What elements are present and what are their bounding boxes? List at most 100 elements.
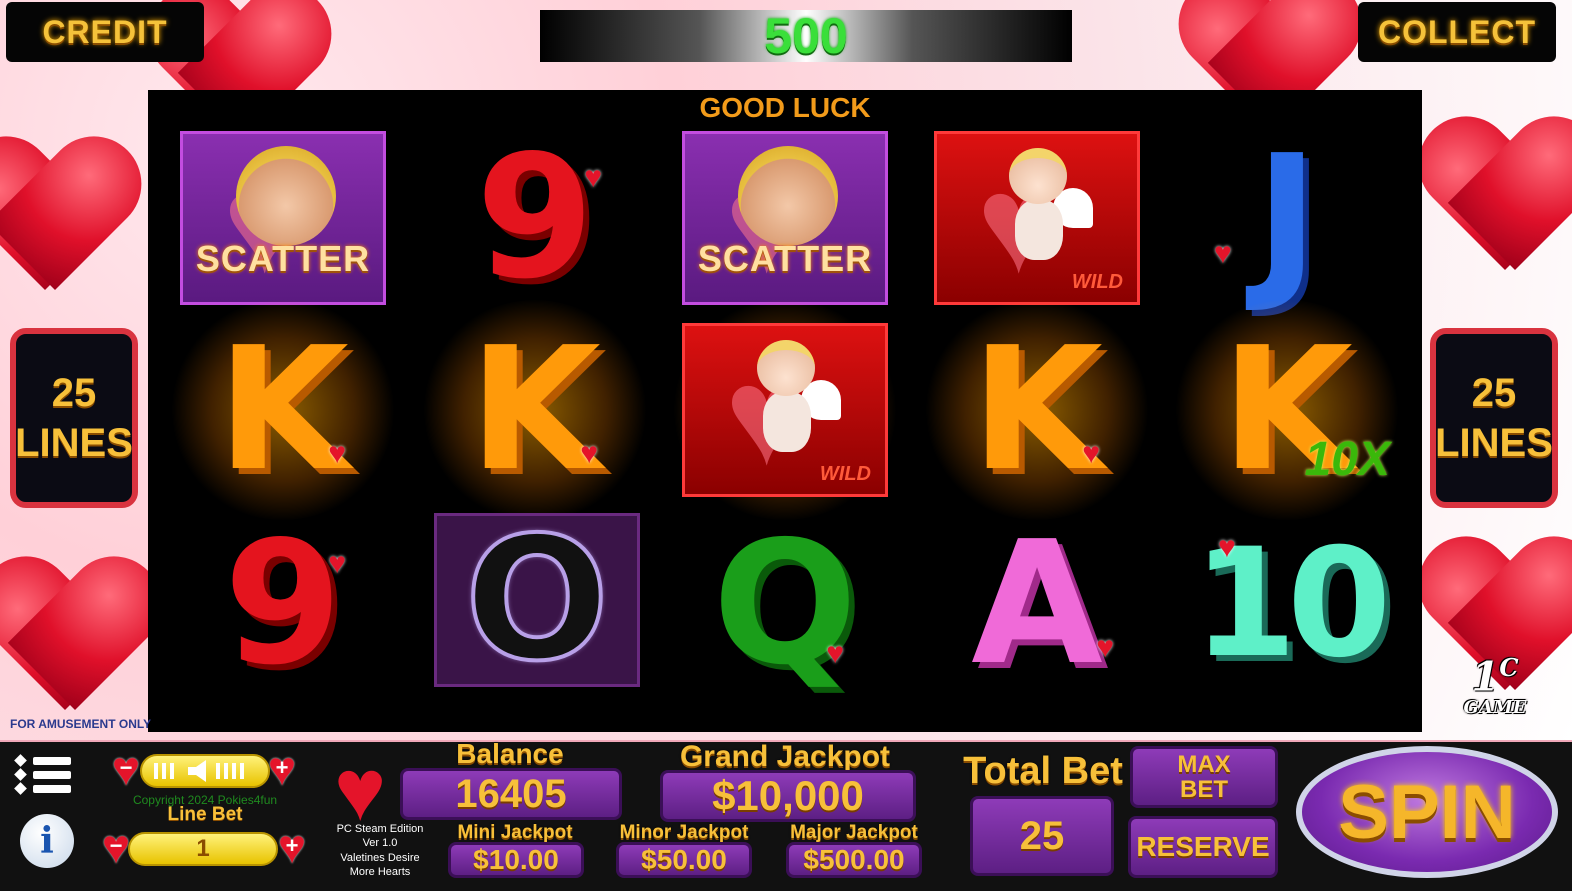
reel-4-row-2: K ♥ bbox=[922, 300, 1152, 520]
plus-icon: + bbox=[285, 833, 299, 858]
reserve-button[interactable]: RESERVE bbox=[1128, 816, 1278, 878]
reel-3-row-1: ♥ SCATTER bbox=[682, 130, 888, 306]
k-symbol: K ♥ bbox=[432, 323, 638, 497]
credit-button[interactable]: CREDIT bbox=[6, 2, 204, 62]
reel-5-row-2: K 10X bbox=[1172, 300, 1402, 520]
grand-jackpot-value: $10,000 bbox=[660, 770, 916, 822]
status-message: GOOD LUCK bbox=[699, 92, 871, 123]
reel-5-row-1: J ♥ bbox=[1184, 130, 1390, 306]
k-symbol: K 10X bbox=[1184, 323, 1390, 497]
balance-value: 16405 bbox=[400, 768, 622, 820]
heart-icon: ♥ bbox=[1082, 437, 1100, 470]
nine-glyph: 9 bbox=[475, 119, 595, 317]
heart-icon: ♥ bbox=[328, 547, 346, 580]
reel-4-row-3: A ♥ bbox=[934, 516, 1140, 692]
wild-label: WILD bbox=[819, 463, 871, 485]
scatter-label: SCATTER bbox=[697, 238, 873, 279]
paylines-indicator-right: 25 LINES bbox=[1430, 328, 1558, 508]
menu-icon[interactable] bbox=[14, 754, 72, 806]
reel-area: GOOD LUCK ♥ SCATTER K ♥ 9 ♥ 9 ♥ K ♥ bbox=[148, 90, 1422, 732]
grand-jackpot-label: Grand Jackpot bbox=[679, 740, 891, 773]
max-bet-label: MAX bbox=[1177, 750, 1231, 778]
lines-label: LINES bbox=[1435, 421, 1553, 465]
edition-line: Ver 1.0 bbox=[362, 837, 398, 850]
major-jackpot-label: Major Jackpot bbox=[790, 822, 918, 843]
nine-symbol: 9 ♥ bbox=[180, 517, 386, 691]
reel-2-row-3: O bbox=[434, 512, 640, 688]
reel-1-row-1: ♥ SCATTER bbox=[180, 130, 386, 306]
major-jackpot-value: $500.00 bbox=[786, 842, 922, 878]
info-icon[interactable]: i bbox=[20, 814, 74, 868]
reel-2-row-2: K ♥ bbox=[420, 300, 650, 520]
heart-icon: ♥ bbox=[328, 437, 346, 470]
a-symbol: A ♥ bbox=[934, 517, 1140, 691]
minus-icon: − bbox=[119, 755, 133, 780]
control-panel: i ♥ − ♥ + Copyright 2024 Pokies4fun Line… bbox=[0, 738, 1572, 891]
volume-slider[interactable] bbox=[140, 754, 270, 788]
ten-symbol: 10 ♥ bbox=[1184, 517, 1392, 691]
max-bet-button[interactable]: MAX BET bbox=[1130, 746, 1278, 808]
wild-symbol: ♥ WILD bbox=[934, 131, 1140, 305]
total-bet-label: Total Bet bbox=[963, 750, 1123, 792]
heart-icon: ♥ bbox=[580, 437, 598, 470]
q-symbol: Q ♥ bbox=[682, 517, 888, 691]
background-heart bbox=[0, 140, 140, 300]
reel-3-row-2: ♥ WILD bbox=[670, 300, 900, 520]
reel-1-row-3: 9 ♥ bbox=[180, 516, 386, 692]
scatter-symbol: ♥ SCATTER bbox=[180, 131, 386, 305]
volume-up-button[interactable]: ♥ + bbox=[260, 746, 304, 794]
lines-count: 25 bbox=[1471, 371, 1517, 415]
balance-label: Balance bbox=[456, 738, 564, 769]
multiplier-badge: 10X bbox=[1304, 433, 1390, 486]
o-symbol: O bbox=[434, 513, 640, 687]
k-symbol: K ♥ bbox=[934, 323, 1140, 497]
logo-main: 1 bbox=[1471, 653, 1500, 701]
mini-jackpot-value: $10.00 bbox=[448, 842, 584, 878]
line-bet-increase-button[interactable]: ♥ + bbox=[270, 824, 314, 872]
collect-button[interactable]: COLLECT bbox=[1358, 2, 1556, 62]
scatter-label: SCATTER bbox=[195, 238, 371, 279]
heart-icon: ♥ bbox=[1096, 631, 1114, 664]
logo-sub: GAME bbox=[1463, 697, 1527, 719]
plus-icon: + bbox=[275, 755, 289, 780]
max-bet-label: BET bbox=[1180, 776, 1228, 803]
line-bet-value: 1 bbox=[128, 832, 278, 866]
nine-glyph: 9 bbox=[223, 505, 343, 703]
spin-button[interactable]: SPIN bbox=[1296, 746, 1558, 878]
k-symbol: K ♥ bbox=[180, 323, 386, 497]
reel-2-row-1: 9 ♥ bbox=[432, 130, 638, 306]
j-symbol: J ♥ bbox=[1184, 131, 1390, 305]
wild-label: WILD bbox=[1071, 271, 1123, 293]
reel-3-row-3: Q ♥ bbox=[682, 516, 888, 692]
heart-icon: ♥ bbox=[334, 740, 387, 839]
cupid-icon bbox=[735, 340, 841, 470]
mini-jackpot-label: Mini Jackpot bbox=[457, 822, 573, 843]
cupid-icon bbox=[987, 148, 1093, 278]
o-glyph: O bbox=[463, 501, 612, 699]
heart-icon: ♥ bbox=[584, 161, 602, 194]
volume-bars-icon bbox=[154, 760, 244, 782]
win-display: 500 bbox=[540, 8, 1072, 64]
total-bet-value: 25 bbox=[970, 796, 1114, 876]
background-heart bbox=[1420, 120, 1572, 280]
minor-jackpot-label: Minor Jackpot bbox=[619, 822, 749, 843]
edition-info: PC Steam Edition Ver 1.0 Valetines Desir… bbox=[322, 822, 438, 879]
scatter-symbol: ♥ SCATTER bbox=[682, 131, 888, 305]
amusement-notice: FOR AMUSEMENT ONLY bbox=[10, 717, 152, 731]
lady-face-icon bbox=[738, 146, 838, 246]
reel-1-row-2: K ♥ bbox=[168, 300, 398, 520]
minus-icon: − bbox=[109, 833, 123, 858]
game-logo: 1C GAME bbox=[1450, 653, 1540, 719]
reel-5-row-3: 10 ♥ bbox=[1184, 516, 1392, 692]
reel-4-row-1: ♥ WILD bbox=[934, 130, 1140, 306]
heart-icon: ♥ bbox=[826, 637, 844, 670]
paylines-indicator-left: 25 LINES bbox=[10, 328, 138, 508]
lady-face-icon bbox=[236, 146, 336, 246]
edition-line: PC Steam Edition bbox=[336, 823, 424, 835]
heart-icon: ♥ bbox=[1218, 531, 1236, 564]
lines-count: 25 bbox=[51, 371, 97, 415]
edition-line: More Hearts bbox=[349, 865, 411, 878]
background-heart bbox=[0, 560, 160, 720]
j-glyph: J bbox=[1255, 119, 1319, 317]
minor-jackpot-value: $50.00 bbox=[616, 842, 752, 878]
